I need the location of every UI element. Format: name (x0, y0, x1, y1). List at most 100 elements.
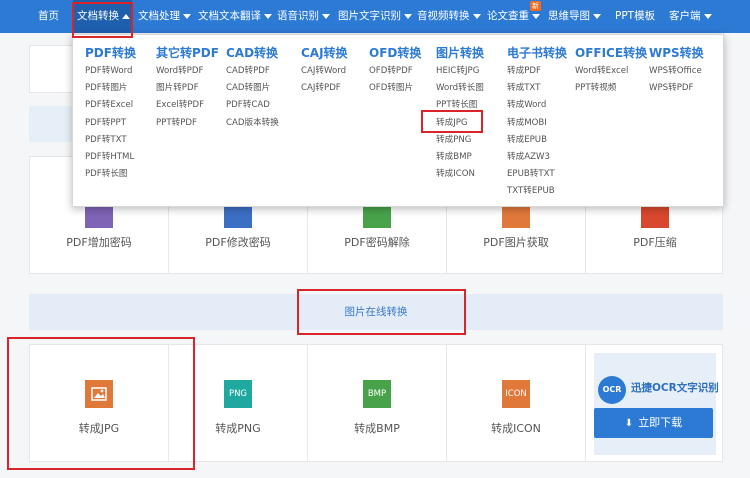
menu-column-caj: CAJ转换 CAJ转Word CAJ转PDF (301, 43, 348, 97)
menu-item[interactable]: PPT转视频 (575, 80, 647, 97)
menu-item[interactable]: PDF转TXT (85, 132, 136, 149)
menu-column-title[interactable]: WPS转换 (649, 43, 704, 63)
nav-translate-label: 文档文本翻译 (198, 10, 261, 22)
menu-item[interactable]: WPS转Office (649, 63, 704, 80)
nav-mindmap-label: 思维导图 (548, 10, 590, 22)
nav-paper-check-label: 论文查重 (487, 10, 529, 22)
menu-column-to-pdf: 其它转PDF Word转PDF 图片转PDF Excel转PDF PPT转PDF (156, 43, 219, 132)
menu-item[interactable]: CAJ转PDF (301, 80, 348, 97)
nav-translate[interactable]: 文档文本翻译 (198, 0, 272, 33)
download-label: 立即下载 (638, 416, 683, 429)
nav-paper-check[interactable]: 论文查重新 (487, 0, 541, 33)
nav-ocr[interactable]: 图片文字识别 (338, 0, 412, 33)
menu-item[interactable]: 转成PNG (436, 132, 484, 149)
menu-column-title[interactable]: 电子书转换 (507, 43, 567, 63)
menu-item[interactable]: PDF转图片 (85, 80, 136, 97)
menu-item[interactable]: Word转Excel (575, 63, 647, 80)
menu-column-title[interactable]: PDF转换 (85, 43, 136, 63)
menu-item[interactable]: 图片转PDF (156, 80, 219, 97)
png-icon: PNG (224, 380, 252, 408)
menu-column-ofd: OFD转换 OFD转PDF OFD转图片 (369, 43, 421, 97)
chevron-down-icon (183, 13, 191, 19)
menu-item[interactable]: EPUB转TXT (507, 166, 567, 183)
menu-column-title[interactable]: OFD转换 (369, 43, 421, 63)
doc-convert-dropdown: PDF转换 PDF转Word PDF转图片 PDF转Excel PDF转PPT … (72, 34, 724, 207)
nav-mindmap[interactable]: 思维导图 (548, 0, 601, 33)
menu-column-title[interactable]: CAD转换 (226, 43, 279, 63)
menu-item[interactable]: PDF转Excel (85, 97, 136, 114)
chevron-down-icon (703, 13, 712, 19)
menu-item[interactable]: WPS转PDF (649, 80, 704, 97)
nav-home-label: 首页 (38, 10, 59, 22)
menu-item[interactable]: 转成MOBI (507, 115, 567, 132)
menu-column-ebook: 电子书转换 转成PDF 转成TXT 转成Word 转成MOBI 转成EPUB 转… (507, 43, 567, 201)
menu-column-title[interactable]: OFFICE转换 (575, 43, 647, 63)
menu-item[interactable]: CAD转PDF (226, 63, 279, 80)
chevron-down-icon (593, 13, 601, 19)
menu-column-title[interactable]: 图片转换 (436, 43, 484, 63)
nav-speech[interactable]: 语音识别 (277, 0, 330, 33)
download-button[interactable]: ⬇ 立即下载 (594, 408, 713, 438)
menu-item[interactable]: Word转长图 (436, 80, 484, 97)
tool-label: PDF增加密码 (66, 236, 132, 249)
nav-ppt-label: PPT模板 (615, 10, 656, 22)
menu-item[interactable]: HEIC转JPG (436, 63, 484, 80)
tool-to-bmp[interactable]: BMP 转成BMP (308, 345, 447, 461)
menu-item[interactable]: 转成AZW3 (507, 149, 567, 166)
menu-item[interactable]: 转成TXT (507, 80, 567, 97)
menu-column-title[interactable]: 其它转PDF (156, 43, 219, 63)
menu-item[interactable]: 转成EPUB (507, 132, 567, 149)
highlight-menu-to-jpg (421, 110, 483, 133)
nav-home[interactable]: 首页 (0, 0, 72, 33)
ocr-promo-card (594, 353, 716, 455)
menu-item[interactable]: OFD转PDF (369, 63, 421, 80)
menu-item[interactable]: PPT转PDF (156, 115, 219, 132)
tool-label: PDF密码解除 (344, 236, 410, 249)
icon-file-icon: ICON (502, 380, 530, 408)
menu-item[interactable]: OFD转图片 (369, 80, 421, 97)
nav-av-label: 音视频转换 (417, 10, 470, 22)
menu-column-title[interactable]: CAJ转换 (301, 43, 348, 63)
ocr-promo-title: 迅捷OCR文字识别 (631, 382, 719, 394)
menu-item[interactable]: Word转PDF (156, 63, 219, 80)
tool-label: PDF压缩 (633, 236, 677, 249)
nav-av[interactable]: 音视频转换 (417, 0, 481, 33)
nav-ocr-label: 图片文字识别 (338, 10, 401, 22)
menu-item[interactable]: PDF转长图 (85, 166, 136, 183)
menu-column-office: OFFICE转换 Word转Excel PPT转视频 (575, 43, 647, 97)
tool-to-icon[interactable]: ICON 转成ICON (447, 345, 586, 461)
menu-item[interactable]: PDF转PPT (85, 115, 136, 132)
chevron-down-icon (264, 13, 272, 19)
menu-item[interactable]: CAD版本转换 (226, 115, 279, 132)
tool-label: PDF修改密码 (205, 236, 271, 249)
menu-item[interactable]: PDF转CAD (226, 97, 279, 114)
bmp-icon: BMP (363, 380, 391, 408)
chevron-down-icon (532, 13, 540, 19)
tool-label: 转成ICON (491, 422, 541, 435)
menu-item[interactable]: PDF转HTML (85, 149, 136, 166)
nav-ppt[interactable]: PPT模板 (615, 0, 655, 33)
tool-label: 转成BMP (354, 422, 400, 435)
menu-item[interactable]: CAJ转Word (301, 63, 348, 80)
menu-column-pdf-convert: PDF转换 PDF转Word PDF转图片 PDF转Excel PDF转PPT … (85, 43, 136, 183)
tool-label: PDF图片获取 (483, 236, 549, 249)
menu-item[interactable]: PDF转Word (85, 63, 136, 80)
menu-item[interactable]: TXT转EPUB (507, 183, 567, 200)
chevron-down-icon (322, 13, 330, 19)
menu-item[interactable]: CAD转图片 (226, 80, 279, 97)
highlight-tool-to-jpg (7, 337, 195, 470)
menu-item[interactable]: 转成ICON (436, 166, 484, 183)
nav-doc-process[interactable]: 文档处理 (138, 0, 191, 33)
ocr-logo-icon: OCR (598, 376, 626, 404)
menu-column-wps: WPS转换 WPS转Office WPS转PDF (649, 43, 704, 97)
nav-client-label: 客户端 (669, 10, 701, 22)
nav-speech-label: 语音识别 (277, 10, 319, 22)
nav-client[interactable]: 客户端 (669, 0, 712, 33)
menu-item[interactable]: 转成Word (507, 97, 567, 114)
menu-item[interactable]: 转成PDF (507, 63, 567, 80)
download-icon: ⬇ (624, 418, 634, 429)
highlight-section-title (297, 289, 466, 335)
menu-item[interactable]: 转成BMP (436, 149, 484, 166)
highlight-nav-doc-convert (72, 2, 133, 38)
menu-item[interactable]: Excel转PDF (156, 97, 219, 114)
